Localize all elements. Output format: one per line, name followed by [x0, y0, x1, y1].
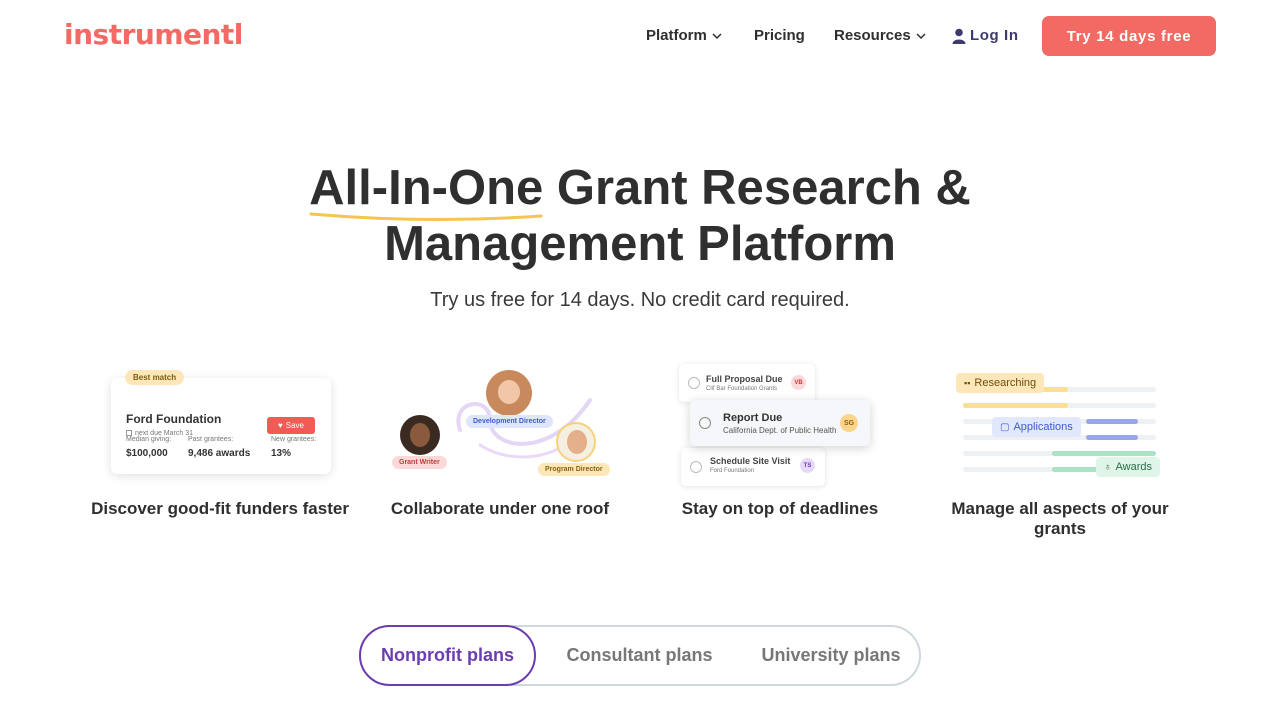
role-badge: Grant Writer: [392, 456, 447, 469]
progress-bar-awards: [1052, 451, 1156, 456]
instrumentl-logo[interactable]: instrumentl: [64, 18, 243, 51]
role-badge: Development Director: [466, 415, 553, 428]
feature-collaborate: Development Director Grant Writer Progra…: [370, 360, 630, 530]
nav-platform-label: Platform: [646, 27, 707, 44]
stat-label: New grantees:: [271, 436, 317, 443]
nav-resources-label: Resources: [834, 27, 911, 44]
stat-value: 13%: [271, 448, 292, 459]
funder-card: Ford Foundation next due March 31 ♥ Save …: [111, 378, 331, 474]
chevron-down-icon: [916, 32, 926, 39]
top-navigation: instrumentl Platform Pricing Resources L…: [0, 0, 1280, 72]
best-match-badge: Best match: [125, 370, 185, 385]
hero-subtitle: Try us free for 14 days. No credit card …: [430, 289, 850, 311]
deadline-sub: Ford Foundation: [710, 468, 755, 474]
feature-discover: Ford Foundation next due March 31 ♥ Save …: [90, 360, 350, 530]
feature-manage: ▪▪ Researching ▢ Applications ♁ Awards Mana…: [930, 360, 1190, 538]
hero-title: All-In-One Grant Research & Management P…: [0, 160, 1280, 272]
stat-value: 9,486 awards: [188, 448, 251, 459]
avatar-development-director: [486, 370, 532, 416]
person-silhouette: [410, 423, 430, 447]
money-bag-icon: ♁: [1104, 461, 1112, 473]
deadline-sub: California Dept. of Public Health: [723, 426, 837, 435]
nav-resources[interactable]: Resources: [834, 27, 927, 44]
underline-decoration: [309, 212, 543, 222]
avatar-grant-writer: [400, 415, 440, 455]
progress-bar-applications: [1086, 435, 1138, 440]
login-link[interactable]: Log In: [952, 27, 1019, 44]
progress-bar-research: [963, 403, 1068, 408]
check-icon: [690, 461, 702, 473]
boxes-icon: ▪▪: [964, 378, 971, 388]
user-icon: [952, 28, 966, 44]
applications-tag: ▢ Applications: [992, 417, 1081, 437]
plan-tabs: Nonprofit plans Consultant plans Univers…: [359, 625, 921, 686]
nav-pricing[interactable]: Pricing: [754, 27, 805, 44]
feature-caption: Stay on top of deadlines: [681, 499, 879, 518]
deadline-item-active: Report Due California Dept. of Public He…: [690, 400, 870, 446]
save-button[interactable]: ♥ Save: [267, 417, 315, 434]
role-badge: Program Director: [538, 463, 610, 476]
deadline-title: Report Due: [723, 412, 783, 424]
check-icon: [699, 417, 711, 429]
heart-icon: ♥: [278, 421, 283, 430]
try-free-button[interactable]: Try 14 days free: [1042, 16, 1216, 56]
assignee-initials: TS: [800, 458, 815, 473]
deadline-title: Full Proposal Due: [706, 374, 783, 384]
feature-caption: Collaborate under one roof: [390, 499, 610, 518]
funder-name: Ford Foundation: [126, 412, 222, 426]
hero-highlight-text: All-In-One: [309, 161, 544, 215]
researching-tag: ▪▪ Researching: [956, 373, 1045, 393]
assignee-initials: SG: [840, 414, 858, 432]
login-label: Log In: [970, 27, 1019, 44]
researching-label: Researching: [974, 377, 1037, 389]
stat-label: Past grantees:: [188, 436, 234, 443]
applications-label: Applications: [1013, 421, 1073, 433]
tab-university-plans[interactable]: University plans: [741, 627, 921, 684]
stat-label: Median giving:: [126, 436, 172, 443]
nav-pricing-label: Pricing: [754, 27, 805, 44]
check-icon: [688, 377, 700, 389]
awards-tag: ♁ Awards: [1096, 457, 1160, 477]
hero-title-rest: Grant Research &: [543, 161, 971, 215]
person-silhouette: [498, 380, 520, 404]
nav-platform[interactable]: Platform: [646, 27, 723, 44]
person-silhouette: [567, 430, 587, 454]
feature-deadlines: Full Proposal Due Clif Bar Foundation Gr…: [650, 360, 910, 530]
stat-value: $100,000: [126, 448, 168, 459]
deadline-item: Schedule Site Visit Ford Foundation TS: [681, 448, 825, 486]
tab-consultant-plans[interactable]: Consultant plans: [551, 627, 728, 684]
avatar-program-director: [556, 422, 596, 462]
hero-title-line2: Management Platform: [384, 217, 896, 271]
deadline-item: Full Proposal Due Clif Bar Foundation Gr…: [679, 364, 815, 402]
feature-caption: Discover good-fit funders faster: [91, 499, 349, 518]
chevron-down-icon: [712, 32, 722, 39]
assignee-initials: VB: [791, 375, 806, 390]
feature-caption: Manage all aspects of your grants: [951, 499, 1169, 538]
deadline-title: Schedule Site Visit: [710, 456, 791, 466]
awards-label: Awards: [1115, 461, 1152, 473]
deadline-sub: Clif Bar Foundation Grants: [706, 386, 778, 392]
hero-title-highlight: All-In-One: [309, 160, 544, 222]
save-label: Save: [285, 421, 304, 430]
calendar-icon: ▢: [1000, 421, 1010, 433]
progress-bar-applications: [1086, 419, 1138, 424]
tab-nonprofit-plans[interactable]: Nonprofit plans: [359, 625, 536, 686]
